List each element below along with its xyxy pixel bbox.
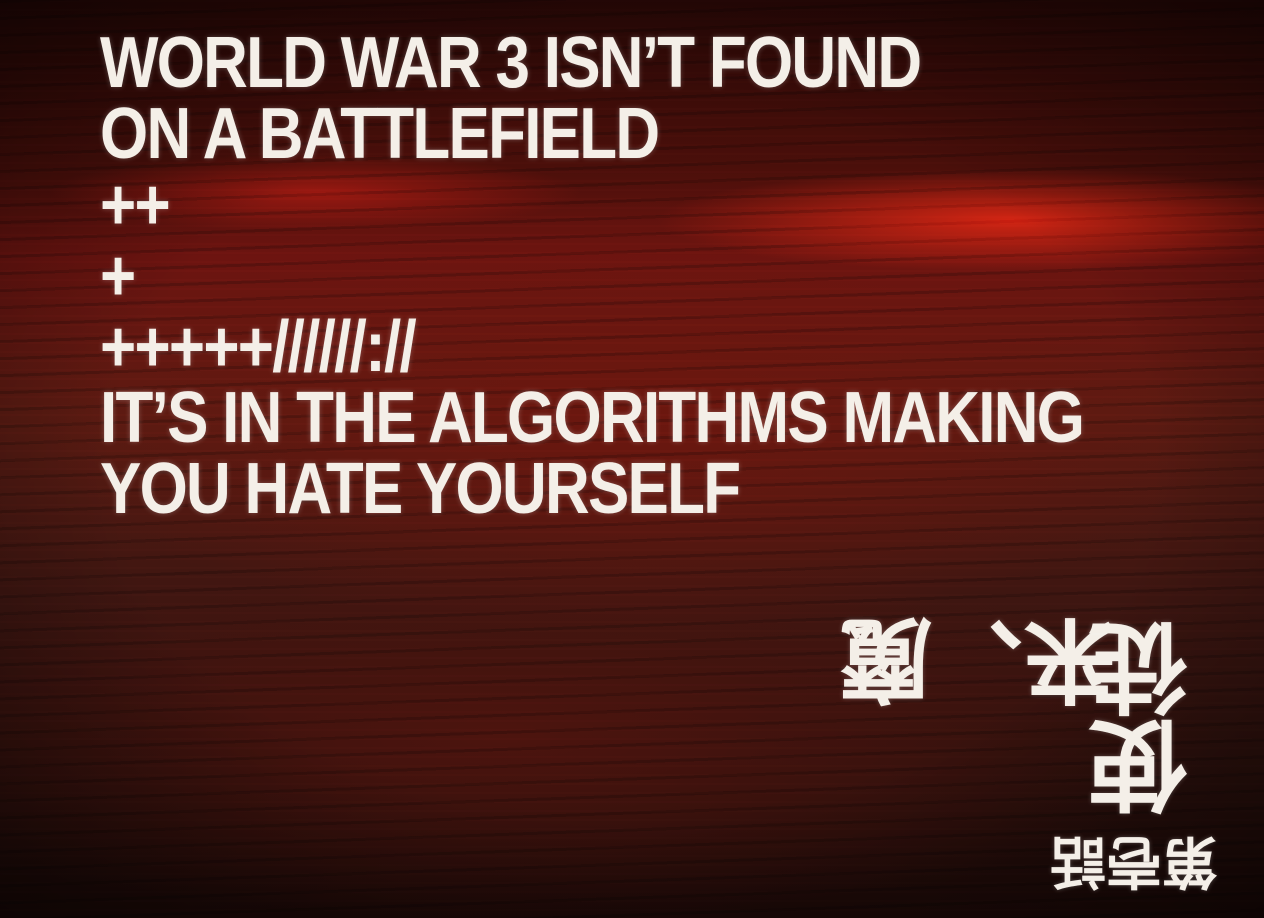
kanji-episode: 第壱話: [1050, 828, 1218, 893]
kanji-title-a: 来、魔: [840, 605, 1117, 712]
caption-line-5: +++++//////://: [100, 307, 417, 387]
caption-line-1: WORLD WAR 3 ISN’T FOUND: [100, 23, 922, 103]
kanji-title-b: 使徒: [1090, 620, 1204, 816]
caption-text-block: WORLD WAR 3 ISN’T FOUND ON A BATTLEFIELD…: [100, 23, 1220, 529]
caption-line-3: ++: [100, 165, 171, 245]
caption-line-2: ON A BATTLEFIELD: [100, 94, 660, 174]
video-frame: WORLD WAR 3 ISN’T FOUND ON A BATTLEFIELD…: [0, 0, 1264, 918]
caption-line-7: YOU HATE YOURSELF: [100, 449, 741, 529]
caption-line-4: +: [100, 236, 136, 316]
caption-line-6: IT’S IN THE ALGORITHMS MAKING: [100, 378, 1085, 458]
